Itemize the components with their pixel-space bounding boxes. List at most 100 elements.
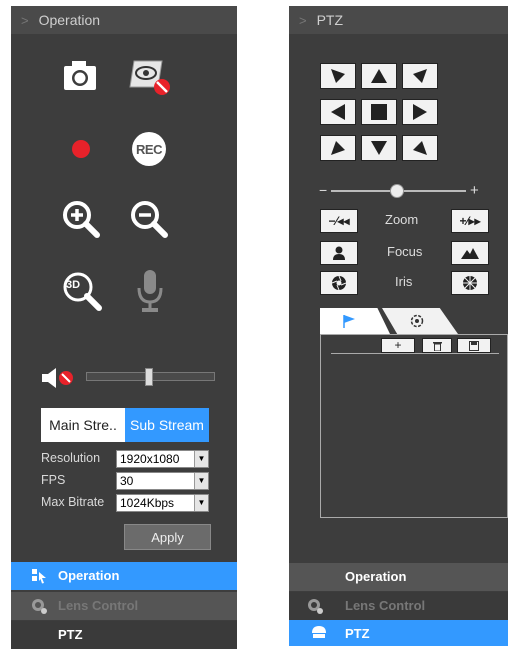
operation-panel: > Operation REC 3D Main Stre.. Sub Strea…: [11, 6, 237, 649]
max-bitrate-value: 1024Kbps: [120, 496, 175, 510]
zoom-3d-icon[interactable]: 3D: [61, 270, 103, 312]
arrow-down-left-icon: [331, 141, 345, 155]
arrow-down-right-icon: [413, 141, 427, 155]
stop-icon: [371, 104, 387, 120]
zoom-wide-button[interactable]: −⁄◂◂: [320, 209, 358, 233]
zoom-label: Zoom: [385, 212, 419, 227]
speed-plus-label: +: [470, 182, 479, 199]
operation-icon: [32, 569, 46, 584]
preset-list[interactable]: +: [320, 334, 508, 518]
tab-lens-control[interactable]: Lens Control: [11, 592, 237, 620]
pan-down-button[interactable]: [361, 135, 397, 161]
pan-up-button[interactable]: [361, 63, 397, 89]
zoom-wide-icon: −⁄◂◂: [328, 214, 350, 228]
focus-label: Focus: [387, 244, 423, 259]
arrow-up-icon: [371, 69, 387, 83]
lens-control-icon: [32, 599, 47, 614]
max-bitrate-select[interactable]: 1024Kbps ▼: [116, 494, 209, 512]
iris-label: Iris: [395, 274, 413, 289]
speed-slider-thumb[interactable]: [389, 184, 404, 198]
zoom-in-icon[interactable]: [61, 199, 101, 239]
pan-up-right-button[interactable]: [402, 63, 438, 89]
preset-tab[interactable]: [320, 308, 390, 334]
resolution-label: Resolution: [41, 451, 101, 465]
arrow-up-left-icon: [331, 69, 345, 83]
tab-operation-label: Operation: [345, 569, 407, 584]
operation-panel-title: Operation: [38, 12, 101, 28]
apply-label: Apply: [151, 529, 184, 545]
tab-lens-control[interactable]: Lens Control: [289, 592, 508, 620]
zoom-3d-label: 3D: [66, 279, 81, 291]
flag-icon: [343, 315, 355, 328]
focus-near-button[interactable]: [320, 241, 358, 265]
tab-operation[interactable]: Operation: [11, 562, 237, 590]
apply-button[interactable]: Apply: [124, 524, 211, 550]
snapshot-icon[interactable]: [60, 58, 100, 94]
record-icon[interactable]: [66, 134, 96, 164]
max-bitrate-row: Max Bitrate 1024Kbps ▼: [41, 494, 221, 512]
tab-operation-label: Operation: [58, 568, 120, 583]
arrow-left-icon: [331, 104, 345, 120]
mute-speaker-icon[interactable]: [39, 366, 79, 390]
delete-preset-button[interactable]: [422, 338, 452, 353]
arrow-right-icon: [413, 104, 427, 120]
person-icon: [333, 246, 345, 260]
ptz-panel-title: PTZ: [316, 12, 344, 28]
zoom-tele-icon: +⁄▸▸: [459, 214, 481, 228]
iris-open-button[interactable]: [451, 271, 489, 295]
pan-left-button[interactable]: [320, 99, 356, 125]
pan-down-right-button[interactable]: [402, 135, 438, 161]
max-bitrate-label: Max Bitrate: [41, 495, 105, 509]
tab-operation[interactable]: Operation: [289, 563, 508, 591]
pan-up-left-button[interactable]: [320, 63, 356, 89]
chevron-down-icon: ▼: [194, 473, 208, 489]
pan-down-left-button[interactable]: [320, 135, 356, 161]
chevron-right-icon: >: [21, 12, 29, 28]
volume-slider[interactable]: [86, 368, 215, 386]
cruise-tab[interactable]: [382, 308, 458, 334]
mountain-icon: [461, 248, 479, 259]
main-stream-label: Main Stre..: [49, 417, 117, 433]
tab-lens-control-label: Lens Control: [58, 598, 139, 613]
privacy-mask-icon[interactable]: [127, 56, 175, 98]
resolution-select[interactable]: 1920x1080 ▼: [116, 450, 209, 468]
preset-toolbar-divider: [331, 353, 499, 354]
arrow-down-icon: [371, 141, 387, 155]
sub-stream-label: Sub Stream: [130, 417, 204, 433]
tab-ptz-label: PTZ: [345, 626, 370, 641]
tab-ptz-label: PTZ: [58, 627, 83, 642]
microphone-icon[interactable]: [135, 266, 165, 316]
lens-control-icon: [308, 599, 323, 614]
pan-right-button[interactable]: [402, 99, 438, 125]
add-preset-button[interactable]: +: [381, 338, 415, 353]
main-stream-tab[interactable]: Main Stre..: [41, 408, 125, 442]
tab-ptz[interactable]: PTZ: [289, 620, 508, 646]
stop-button[interactable]: [361, 99, 397, 125]
rec-button[interactable]: REC: [132, 132, 166, 166]
operation-panel-header[interactable]: > Operation: [11, 6, 237, 34]
fps-label: FPS: [41, 473, 66, 487]
volume-slider-thumb[interactable]: [144, 368, 153, 386]
ptz-camera-icon: [312, 626, 326, 638]
speed-slider[interactable]: [331, 184, 466, 198]
save-preset-button[interactable]: [457, 338, 491, 353]
sub-stream-tab[interactable]: Sub Stream: [125, 408, 209, 442]
save-icon: [469, 340, 479, 351]
zoom-tele-button[interactable]: +⁄▸▸: [451, 209, 489, 233]
iris-close-button[interactable]: [320, 271, 358, 295]
chevron-right-icon: >: [299, 12, 307, 28]
tab-ptz[interactable]: PTZ: [11, 621, 237, 649]
fps-value: 30: [120, 474, 134, 488]
trash-icon: [432, 341, 442, 351]
ptz-panel-header[interactable]: > PTZ: [289, 6, 508, 34]
focus-far-button[interactable]: [451, 241, 489, 265]
chevron-down-icon: ▼: [194, 495, 208, 511]
zoom-out-icon[interactable]: [129, 199, 169, 239]
chevron-down-icon: ▼: [194, 451, 208, 467]
fps-select[interactable]: 30 ▼: [116, 472, 209, 490]
resolution-row: Resolution 1920x1080 ▼: [41, 450, 221, 468]
aperture-open-icon: [463, 276, 477, 290]
rec-label: REC: [136, 141, 162, 157]
speed-minus-label: −: [319, 182, 328, 198]
cruise-icon: [410, 314, 424, 328]
